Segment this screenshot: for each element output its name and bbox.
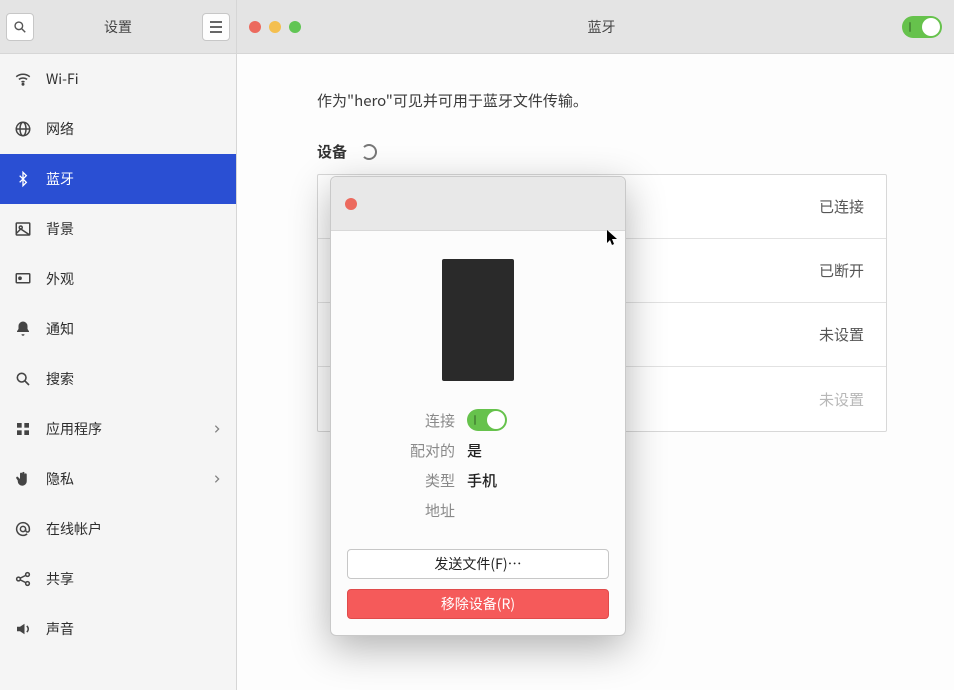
device-status: 未设置 <box>819 324 864 345</box>
bluetooth-icon <box>14 170 32 188</box>
chevron-right-icon <box>212 422 222 436</box>
close-dialog-button[interactable] <box>345 198 357 210</box>
property-value: 手机 <box>467 470 497 491</box>
speaker-icon <box>14 620 32 638</box>
close-window-button[interactable] <box>249 21 261 33</box>
property-row-type: 类型 手机 <box>347 465 609 495</box>
sidebar-item-label: 应用程序 <box>46 419 102 439</box>
device-status: 已连接 <box>819 196 864 217</box>
window-controls <box>249 21 301 33</box>
sidebar-item-notifications[interactable]: 通知 <box>0 304 236 354</box>
share-icon <box>14 570 32 588</box>
sidebar-item-label: 共享 <box>46 569 74 589</box>
sidebar-item-appearance[interactable]: 外观 <box>0 254 236 304</box>
property-row-connect: 连接 <box>347 405 609 435</box>
property-row-paired: 配对的 是 <box>347 435 609 465</box>
appearance-icon <box>14 270 32 288</box>
property-key: 地址 <box>347 500 467 521</box>
search-icon <box>14 370 32 388</box>
sidebar-item-background[interactable]: 背景 <box>0 204 236 254</box>
image-icon <box>14 220 32 238</box>
hand-icon <box>14 470 32 488</box>
property-key: 类型 <box>347 470 467 491</box>
sidebar-item-label: 通知 <box>46 319 74 339</box>
sidebar-item-privacy[interactable]: 隐私 <box>0 454 236 504</box>
page-title: 蓝牙 <box>301 17 902 37</box>
at-icon <box>14 520 32 538</box>
search-icon <box>13 20 27 34</box>
bluetooth-toggle[interactable] <box>902 16 942 38</box>
connection-toggle[interactable] <box>467 409 507 431</box>
devices-label: 设备 <box>317 141 347 162</box>
dialog-actions: 发送文件(F)… 移除设备(R) <box>347 549 609 619</box>
property-value: 是 <box>467 440 482 461</box>
settings-sidebar: 设置 Wi-Fi 网络 蓝牙 背景 <box>0 0 237 690</box>
property-key: 连接 <box>347 410 467 431</box>
remove-device-button[interactable]: 移除设备(R) <box>347 589 609 619</box>
sidebar-item-label: 声音 <box>46 619 74 639</box>
send-file-button[interactable]: 发送文件(F)… <box>347 549 609 579</box>
sidebar-item-label: 网络 <box>46 119 74 139</box>
chevron-right-icon <box>212 472 222 486</box>
sidebar-list: Wi-Fi 网络 蓝牙 背景 外观 <box>0 54 236 690</box>
device-detail-dialog: 连接 配对的 是 类型 手机 地址 发送文件(F)… 移除设备(R) <box>330 176 626 636</box>
sidebar-item-label: 背景 <box>46 219 74 239</box>
visibility-hint: 作为"hero"可见并可用于蓝牙文件传输。 <box>317 90 874 111</box>
sidebar-item-label: 蓝牙 <box>46 169 74 189</box>
hamburger-icon <box>209 21 223 33</box>
globe-icon <box>14 120 32 138</box>
property-row-address: 地址 <box>347 495 609 525</box>
sidebar-item-bluetooth[interactable]: 蓝牙 <box>0 154 236 204</box>
sidebar-item-applications[interactable]: 应用程序 <box>0 404 236 454</box>
wifi-icon <box>14 70 32 88</box>
main-header: 蓝牙 <box>237 0 954 54</box>
sidebar-title: 设置 <box>34 17 202 37</box>
device-properties: 连接 配对的 是 类型 手机 地址 <box>347 405 609 525</box>
sidebar-item-label: 外观 <box>46 269 74 289</box>
bell-icon <box>14 320 32 338</box>
device-status: 已断开 <box>819 260 864 281</box>
apps-icon <box>14 420 32 438</box>
sidebar-item-network[interactable]: 网络 <box>0 104 236 154</box>
sidebar-item-search[interactable]: 搜索 <box>0 354 236 404</box>
sidebar-item-sound[interactable]: 声音 <box>0 604 236 654</box>
device-status: 未设置 <box>819 389 864 410</box>
search-button[interactable] <box>6 13 34 41</box>
sidebar-item-label: Wi-Fi <box>46 69 79 89</box>
minimize-window-button[interactable] <box>269 21 281 33</box>
dialog-header <box>331 177 625 231</box>
sidebar-item-label: 搜索 <box>46 369 74 389</box>
maximize-window-button[interactable] <box>289 21 301 33</box>
property-key: 配对的 <box>347 440 467 461</box>
sidebar-header: 设置 <box>0 0 236 54</box>
devices-header: 设备 <box>317 141 874 162</box>
sidebar-item-label: 在线帐户 <box>46 519 102 539</box>
dialog-body: 连接 配对的 是 类型 手机 地址 发送文件(F)… 移除设备(R) <box>331 231 625 635</box>
sidebar-item-sharing[interactable]: 共享 <box>0 554 236 604</box>
sidebar-item-label: 隐私 <box>46 469 74 489</box>
sidebar-item-online-accounts[interactable]: 在线帐户 <box>0 504 236 554</box>
scanning-spinner-icon <box>361 144 377 160</box>
sidebar-item-wifi[interactable]: Wi-Fi <box>0 54 236 104</box>
menu-button[interactable] <box>202 13 230 41</box>
device-phone-icon <box>442 259 514 381</box>
